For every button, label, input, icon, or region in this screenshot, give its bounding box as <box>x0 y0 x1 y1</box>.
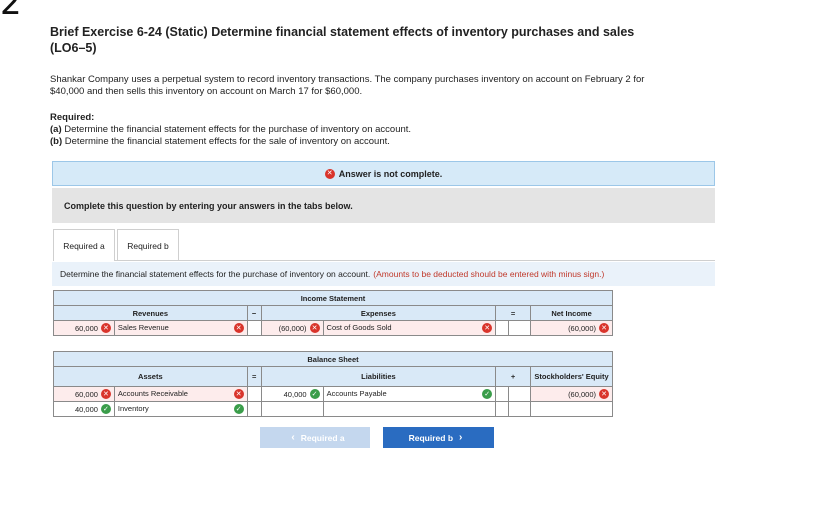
tab-divider <box>115 260 715 261</box>
liability-account-select[interactable]: Accounts Payable ✓ <box>322 386 497 402</box>
equity-amount-input[interactable] <box>530 401 613 417</box>
x-circle-icon: ✕ <box>599 323 609 333</box>
net-income-header: Net Income <box>530 305 613 321</box>
chevron-left-icon: ‹ <box>291 432 295 443</box>
expense-amount-input[interactable]: (60,000) ✕ <box>260 320 324 336</box>
income-statement-table: Income Statement Revenues − Expenses = N… <box>53 290 613 336</box>
tab-required-b[interactable]: Required b <box>117 229 179 261</box>
status-banner: ✕ Answer is not complete. <box>52 161 715 186</box>
x-circle-icon: ✕ <box>233 323 244 334</box>
check-circle-icon: ✓ <box>482 389 493 400</box>
income-statement-row: 60,000 ✕ Sales Revenue ✕ (60,000) ✕ Cost of… <box>53 320 613 336</box>
check-circle-icon: ✓ <box>309 389 320 399</box>
task-text: Determine the financial statement effect… <box>60 269 371 279</box>
liabilities-header: Liabilities <box>260 366 497 387</box>
asset-account-select[interactable]: Inventory ✓ <box>113 401 248 417</box>
revenue-amount-input[interactable]: 60,000 ✕ <box>53 320 115 336</box>
x-circle-icon: ✕ <box>309 323 320 333</box>
task-note: (Amounts to be deducted should be entere… <box>373 269 605 279</box>
plus-spacer <box>495 386 510 402</box>
minus-spacer <box>246 320 262 336</box>
expenses-header: Expenses <box>260 305 497 321</box>
question-number: 2 <box>0 0 22 23</box>
required-a-text: (a) Determine the financial statement ef… <box>50 124 412 135</box>
next-button[interactable]: Required b › <box>383 427 494 448</box>
plus-spacer-2 <box>508 386 532 402</box>
equals-operator: = <box>246 366 262 387</box>
x-circle-icon: ✕ <box>233 389 244 400</box>
income-statement-header: Income Statement <box>53 290 613 306</box>
next-button-label: Required b <box>408 432 454 443</box>
net-income-input[interactable]: (60,000) ✕ <box>530 320 613 336</box>
chevron-right-icon: › <box>459 432 463 443</box>
asset-account-select[interactable]: Accounts Receivable ✕ <box>113 386 248 402</box>
expense-account-select[interactable]: Cost of Goods Sold ✕ <box>322 320 497 336</box>
equals-spacer <box>246 386 262 402</box>
status-banner-text: Answer is not complete. <box>338 168 443 179</box>
plus-spacer-2 <box>508 401 532 417</box>
assets-header: Assets <box>53 366 248 387</box>
balance-sheet-header: Balance Sheet <box>53 351 613 367</box>
prev-button-label: Required a <box>300 432 345 443</box>
equals-spacer <box>246 401 262 417</box>
tab-required-a[interactable]: Required a <box>53 229 115 261</box>
problem-intro: Shankar Company uses a perpetual system … <box>50 74 645 97</box>
page-title: Brief Exercise 6-24 (Static) Determine f… <box>50 25 635 55</box>
asset-amount-input[interactable]: 60,000 ✕ <box>53 386 115 402</box>
required-b-text: (b) Determine the financial statement ef… <box>50 136 390 147</box>
asset-amount-input[interactable]: 40,000 ✓ <box>53 401 115 417</box>
x-circle-icon: ✕ <box>100 389 111 399</box>
x-circle-icon: ✕ <box>599 389 609 399</box>
revenue-account-select[interactable]: Sales Revenue ✕ <box>113 320 248 336</box>
equity-amount-input[interactable]: (60,000) ✕ <box>530 386 613 402</box>
balance-sheet-table: Balance Sheet Assets = Liabilities + Sto… <box>53 351 613 417</box>
x-circle-icon: ✕ <box>324 168 335 179</box>
plus-operator: + <box>495 366 532 387</box>
liability-amount-input[interactable] <box>260 401 324 417</box>
task-instructions: Determine the financial statement effect… <box>52 262 715 286</box>
equals-spacer <box>495 320 510 336</box>
instructions-box: Complete this question by entering your … <box>52 188 715 223</box>
plus-spacer <box>495 401 510 417</box>
minus-operator: − <box>246 305 262 321</box>
prev-button[interactable]: ‹ Required a <box>260 427 370 448</box>
x-circle-icon: ✕ <box>100 323 111 333</box>
check-circle-icon: ✓ <box>233 404 244 415</box>
liability-account-select[interactable] <box>322 401 497 417</box>
equity-header: Stockholders' Equity <box>530 366 613 387</box>
balance-sheet-row: 40,000 ✓ Inventory ✓ <box>53 401 613 417</box>
x-circle-icon: ✕ <box>482 323 493 334</box>
revenues-header: Revenues <box>53 305 248 321</box>
equals-spacer-2 <box>508 320 532 336</box>
liability-amount-input[interactable]: 40,000 ✓ <box>260 386 324 402</box>
balance-sheet-row: 60,000 ✕ Accounts Receivable ✕ 40,000 ✓ Acc… <box>53 386 613 402</box>
equals-operator: = <box>495 305 532 321</box>
check-circle-icon: ✓ <box>100 404 111 414</box>
required-heading: Required: <box>50 112 95 123</box>
